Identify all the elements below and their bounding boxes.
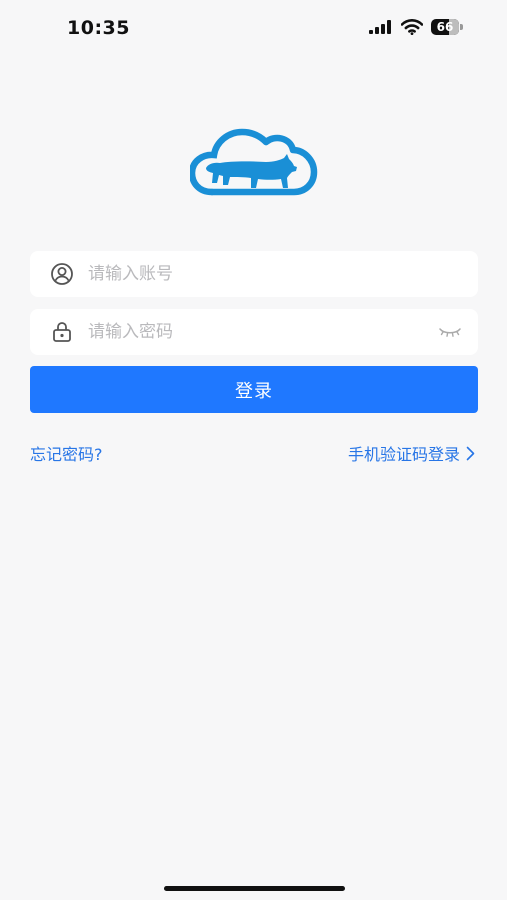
status-icons: 66 [369,19,463,35]
password-input[interactable] [88,309,448,355]
wifi-icon [401,19,423,35]
cloud-pig-logo [190,128,318,196]
eye-closed-icon[interactable] [438,324,462,340]
password-field[interactable] [30,309,478,355]
signal-icon [369,20,391,34]
account-input[interactable] [88,251,448,297]
user-icon [51,263,73,285]
sms-login-label: 手机验证码登录 [347,445,460,464]
battery-level: 66 [431,19,459,35]
sms-login-link[interactable]: 手机验证码登录 [348,441,475,465]
status-time: 10:35 [67,17,130,39]
forgot-password-link[interactable]: 忘记密码? [30,441,103,465]
account-field[interactable] [30,251,478,297]
lock-icon [53,322,71,342]
battery-icon: 66 [431,19,463,35]
home-indicator[interactable] [164,886,345,891]
chevron-right-icon [466,446,475,460]
status-bar: 10:35 66 [0,0,507,56]
login-button[interactable]: 登录 [30,366,478,413]
battery-percent: 66 [436,20,454,34]
